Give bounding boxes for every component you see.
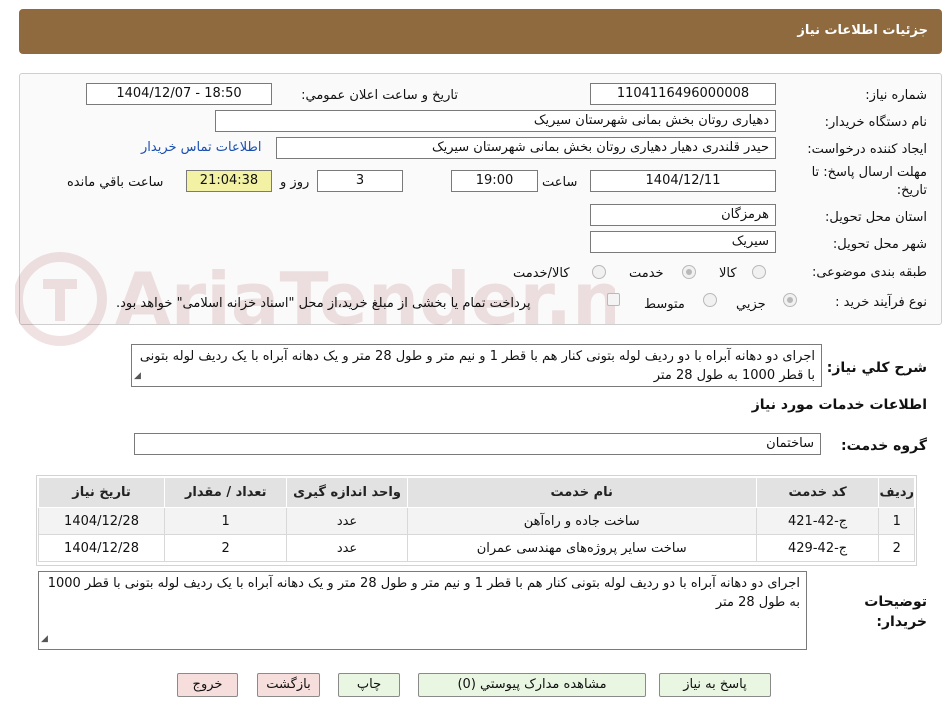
cell-quantity: 2 — [164, 534, 288, 562]
col-header-quantity: تعداد / مقدار — [164, 477, 288, 508]
services-section-title: اطلاعات خدمات مورد نياز — [751, 397, 927, 413]
category-service-label: خدمت — [629, 266, 664, 281]
category-goods-radio[interactable] — [752, 265, 766, 279]
requester-label: ايجاد کننده درخواست: — [807, 142, 927, 157]
table-header-row: رديف کد خدمت نام خدمت واحد اندازه گيری ت… — [37, 477, 915, 508]
requester-field[interactable]: حیدر قلندری دهیار دهیاری روتان بخش بمانی… — [276, 137, 776, 159]
buyer-notes-textarea[interactable]: اجرای دو دهانه آبراه با دو ردیف لوله بتو… — [38, 571, 807, 650]
process-medium-radio[interactable] — [703, 293, 717, 307]
deadline-time-field[interactable]: 19:00 — [451, 170, 538, 192]
print-button[interactable]: چاپ — [338, 673, 400, 697]
province-field[interactable]: هرمزگان — [590, 204, 776, 226]
announce-datetime-field[interactable]: 1404/12/07 - 18:50 — [86, 83, 272, 105]
cell-service-code: ج-42-421 — [755, 507, 880, 535]
resize-grip-icon[interactable]: ◢ — [134, 367, 141, 386]
process-minor-label: جزيي — [736, 297, 766, 312]
exit-button[interactable]: خروج — [177, 673, 238, 697]
col-header-need-date: تاریخ نیاز — [37, 477, 166, 508]
cell-service-name: ساخت سایر پروژه‌های مهندسی عمران — [406, 534, 757, 562]
buyer-notes-text: اجرای دو دهانه آبراه با دو ردیف لوله بتو… — [47, 576, 800, 610]
days-label: روز و — [280, 175, 310, 190]
summary-textarea[interactable]: اجرای دو دهانه آبراه با دو ردیف لوله بتو… — [131, 344, 822, 387]
page-title: جزئیات اطلاعات نیاز — [797, 23, 928, 38]
deadline-time-label: ساعت — [542, 175, 578, 190]
treasury-note: پرداخت تمام یا بخشی از مبلغ خرید،از محل … — [116, 296, 531, 311]
col-header-unit: واحد اندازه گيری — [286, 477, 408, 508]
col-header-service-code: کد خدمت — [755, 477, 880, 508]
province-label: استان محل تحويل: — [825, 210, 927, 225]
summary-label: شرح کلي نياز: — [826, 360, 927, 376]
attachments-button[interactable]: مشاهده مدارک پيوستي (0) — [418, 673, 646, 697]
cell-row-number: 1 — [878, 507, 915, 535]
category-goods-service-label: کالا/خدمت — [513, 266, 570, 281]
cell-service-code: ج-42-429 — [755, 534, 880, 562]
city-label: شهر محل تحويل: — [832, 237, 927, 252]
deadline-days-field[interactable]: 3 — [317, 170, 403, 192]
cell-row-number: 2 — [878, 534, 915, 562]
cell-unit: عدد — [286, 534, 408, 562]
resize-grip-icon[interactable]: ◢ — [41, 630, 48, 649]
announce-datetime-label: تاریخ و ساعت اعلان عمومي: — [301, 88, 458, 103]
deadline-label: مهلت ارسال پاسخ: تا تاریخ: — [811, 165, 927, 198]
cell-need-date: 1404/12/28 — [37, 507, 166, 535]
buyer-contact-link[interactable]: اطلاعات تماس خريدار — [141, 140, 261, 155]
services-table: رديف کد خدمت نام خدمت واحد اندازه گيری ت… — [37, 477, 915, 562]
back-button[interactable]: بازگشت — [257, 673, 320, 697]
buyer-org-label: نام دستگاه خريدار: — [824, 115, 927, 130]
table-row: 2 ج-42-429 ساخت سایر پروژه‌های مهندسی عم… — [37, 534, 915, 562]
col-header-row-number: رديف — [878, 477, 915, 508]
summary-text: اجرای دو دهانه آبراه با دو ردیف لوله بتو… — [139, 349, 815, 383]
buyer-notes-label: توضيحات خريدار: — [864, 594, 927, 630]
remaining-time-label: ساعت باقي مانده — [67, 175, 164, 190]
cell-need-date: 1404/12/28 — [37, 534, 166, 562]
category-label: طبقه بندی موضوعی: — [811, 265, 927, 280]
cell-unit: عدد — [286, 507, 408, 535]
process-minor-radio[interactable] — [783, 293, 797, 307]
process-medium-label: متوسط — [644, 297, 685, 312]
city-field[interactable]: سیریک — [590, 231, 776, 253]
need-number-field[interactable]: 1104116496000008 — [590, 83, 776, 105]
process-type-label: نوع فرآیند خرید : — [835, 295, 927, 310]
buyer-org-field[interactable]: دهیاری روتان بخش بمانی شهرستان سیریک — [215, 110, 776, 132]
need-number-label: شماره نیاز: — [865, 88, 927, 103]
category-service-radio[interactable] — [682, 265, 696, 279]
col-header-service-name: نام خدمت — [406, 477, 757, 508]
service-group-label: گروه خدمت: — [841, 438, 927, 454]
page-header: جزئیات اطلاعات نیاز — [19, 9, 942, 54]
service-group-field[interactable]: ساختمان — [134, 433, 821, 455]
remaining-time-field: 21:04:38 — [186, 170, 272, 192]
category-goods-label: کالا — [719, 266, 737, 281]
cell-service-name: ساخت جاده و راه‌آهن — [406, 507, 757, 535]
category-goods-service-radio[interactable] — [592, 265, 606, 279]
table-row: 1 ج-42-421 ساخت جاده و راه‌آهن عدد 1 140… — [37, 507, 915, 535]
deadline-date-field[interactable]: 1404/12/11 — [590, 170, 776, 192]
treasury-checkbox[interactable] — [607, 293, 620, 306]
cell-quantity: 1 — [164, 507, 288, 535]
respond-button[interactable]: پاسخ به نياز — [659, 673, 771, 697]
